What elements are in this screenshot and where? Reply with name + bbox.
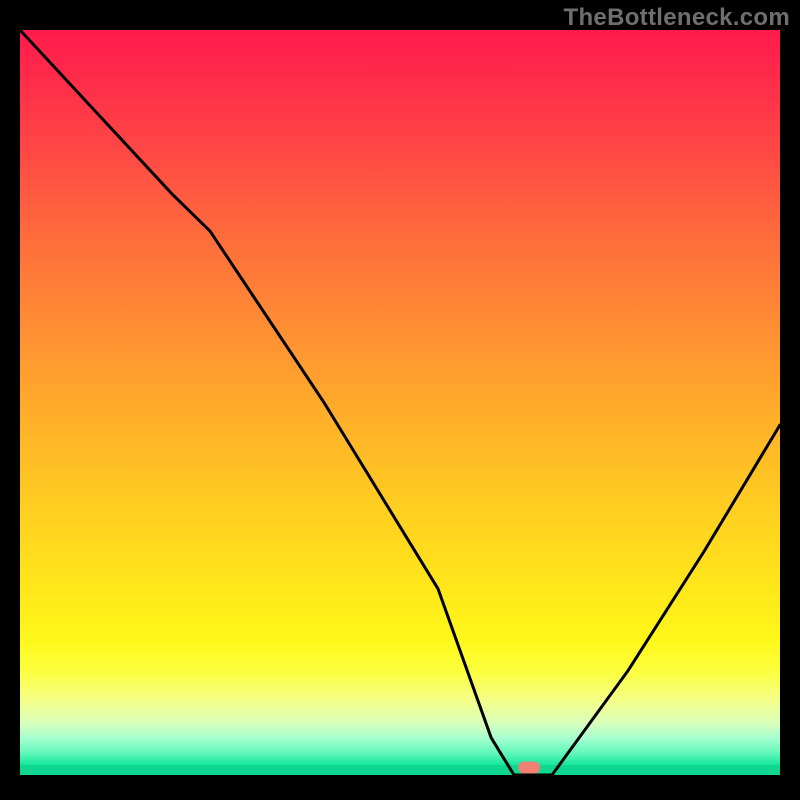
curve-path bbox=[20, 30, 780, 775]
bottleneck-curve bbox=[20, 30, 780, 775]
optimal-marker bbox=[518, 762, 540, 774]
plot-area bbox=[20, 30, 780, 775]
chart-frame: TheBottleneck.com bbox=[0, 0, 800, 800]
watermark-text: TheBottleneck.com bbox=[564, 4, 790, 32]
